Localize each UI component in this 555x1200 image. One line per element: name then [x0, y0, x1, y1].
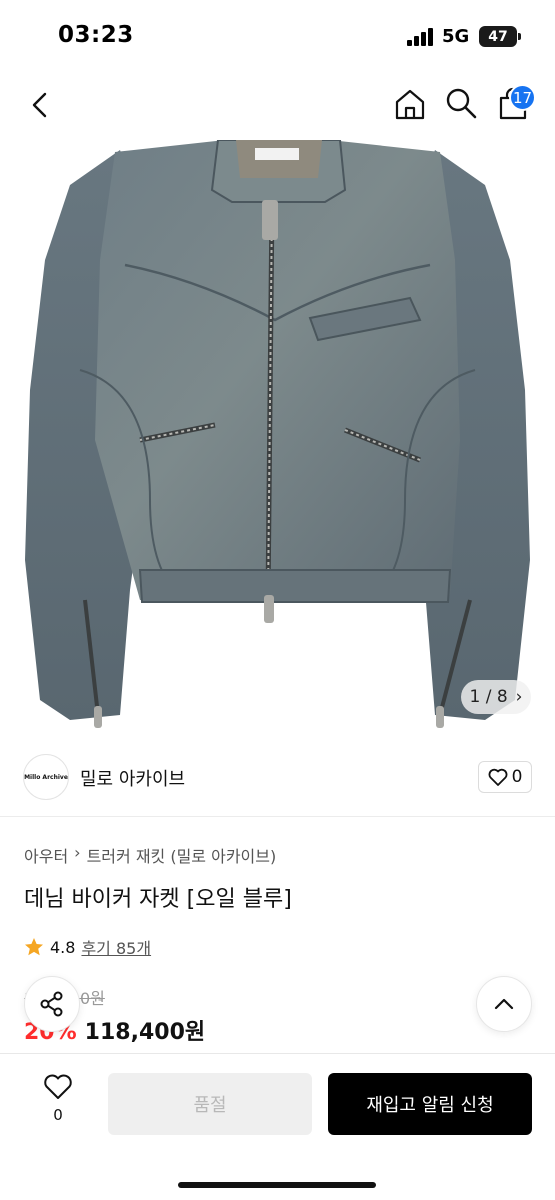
heart-icon — [488, 768, 508, 786]
soldout-button: 품절 — [108, 1073, 312, 1135]
share-button[interactable] — [24, 976, 80, 1032]
brand-row[interactable]: Millo Archive 밀로 아카이브 0 — [0, 737, 555, 817]
image-counter-text: 1 / 8 — [469, 687, 508, 707]
review-count-link[interactable]: 후기 85개 — [81, 935, 151, 959]
status-bar: 03:23 5G 47 — [0, 0, 555, 70]
signal-icon — [407, 28, 433, 46]
product-title: 데님 바이커 자켓 [오일 블루] — [24, 887, 292, 912]
restock-alert-button[interactable]: 재입고 알림 신청 — [328, 1073, 532, 1135]
chevron-up-icon — [494, 998, 514, 1010]
rating-score: 4.8 — [50, 937, 76, 957]
status-time: 03:23 — [58, 22, 134, 48]
search-icon[interactable] — [444, 86, 478, 120]
scroll-top-button[interactable] — [476, 976, 532, 1032]
cart-count-badge: 17 — [509, 84, 536, 111]
home-icon[interactable] — [392, 86, 428, 122]
bottom-action-bar: 0 품절 재입고 알림 신청 — [0, 1053, 555, 1200]
breadcrumb-item[interactable]: 트러커 재킷 (밀로 아카이브) — [87, 843, 277, 867]
home-indicator — [178, 1182, 376, 1188]
top-nav: 17 — [0, 70, 555, 140]
chevron-right-icon: › — [515, 687, 523, 707]
breadcrumb-separator-icon: › — [74, 843, 81, 862]
breadcrumb: 아우터 › 트러커 재킷 (밀로 아카이브) — [24, 843, 276, 867]
brand-like-button[interactable]: 0 — [478, 761, 532, 793]
network-label: 5G — [442, 26, 470, 47]
star-icon — [25, 938, 43, 956]
chevron-left-icon[interactable] — [24, 88, 58, 122]
breadcrumb-item[interactable]: 아우터 — [24, 843, 68, 867]
brand-logo: Millo Archive — [23, 754, 69, 800]
product-image — [25, 140, 530, 728]
rating-row: 4.8 후기 85개 — [24, 935, 151, 959]
image-counter[interactable]: 1 / 8 › — [461, 680, 531, 714]
brand-logo-text: Millo Archive — [24, 773, 68, 781]
share-icon — [40, 991, 63, 1017]
wishlist-count: 0 — [53, 1106, 63, 1124]
brand-name[interactable]: 밀로 아카이브 — [80, 765, 185, 791]
battery-icon: 47 — [479, 26, 517, 47]
battery-cap — [518, 33, 521, 40]
sale-price: 118,400원 — [84, 1020, 206, 1045]
product-image-gallery[interactable] — [0, 140, 555, 737]
heart-icon — [44, 1074, 72, 1099]
wishlist-button[interactable]: 0 — [30, 1074, 86, 1134]
brand-like-count: 0 — [511, 767, 523, 787]
